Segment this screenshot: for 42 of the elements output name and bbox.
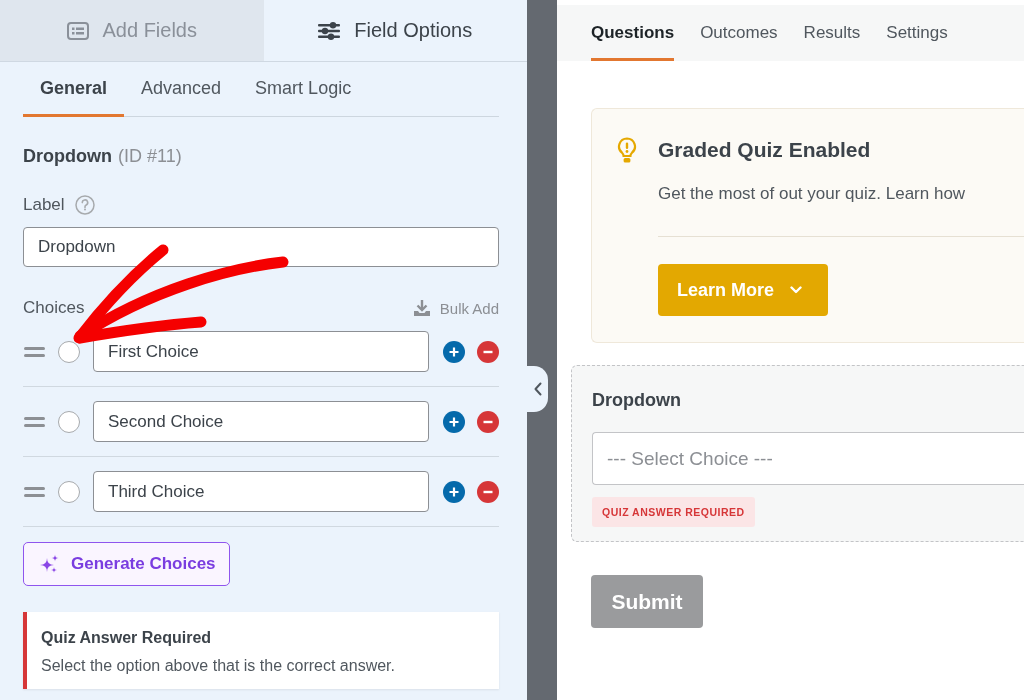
chevron-left-icon (533, 382, 542, 396)
field-title: Dropdown (23, 145, 112, 167)
minus-icon[interactable] (477, 340, 499, 363)
sliders-icon (318, 21, 341, 40)
lightbulb-icon (617, 137, 637, 164)
plus-icon[interactable] (443, 340, 465, 363)
form-icon (66, 21, 89, 40)
collapse-handle[interactable] (527, 366, 548, 412)
choice-input[interactable]: Second Choice (93, 401, 429, 442)
notice-title: Graded Quiz Enabled (658, 137, 872, 163)
field-id: (ID #11) (118, 145, 182, 167)
choice-input[interactable]: Third Choice (93, 471, 429, 512)
minus-icon[interactable] (477, 480, 499, 503)
drag-handle-icon[interactable] (24, 416, 45, 427)
minus-icon[interactable] (477, 410, 499, 433)
plus-icon[interactable] (443, 410, 465, 433)
builder-tab[interactable]: Settings (886, 5, 948, 61)
plus-icon[interactable] (443, 480, 465, 503)
notice-text: Select the option above that is the correct answer. (41, 656, 396, 676)
choice-input[interactable]: First Choice (93, 331, 429, 372)
download-icon (412, 299, 431, 317)
radio-button[interactable] (58, 410, 80, 433)
select-field[interactable]: --- Select Choice --- (592, 432, 1024, 485)
option-tab[interactable]: Smart Logic (238, 62, 369, 117)
option-tab[interactable]: Advanced (124, 62, 239, 117)
notice-text: Get the most of out your quiz. Learn how (658, 183, 967, 205)
drag-handle-icon[interactable] (24, 486, 45, 497)
builder-tab[interactable]: Results (803, 5, 861, 61)
radio-button[interactable] (58, 480, 80, 503)
label-input[interactable]: Dropdown (23, 227, 499, 267)
chevron-down-icon (790, 286, 803, 294)
error-badge: QUIZ ANSWER REQUIRED (592, 497, 755, 527)
generate-choices-button[interactable]: Generate Choices (23, 542, 230, 586)
drag-handle-icon[interactable] (24, 346, 45, 357)
notice-title: Quiz Answer Required (41, 628, 213, 648)
radio-button[interactable] (58, 340, 80, 363)
builder-tab[interactable]: Outcomes (700, 5, 778, 61)
choices-label: Choices (23, 298, 85, 318)
field-label: Dropdown (592, 389, 682, 411)
option-tab[interactable]: General (23, 62, 125, 117)
field-label: Label (23, 195, 65, 215)
builder-tab[interactable]: Questions (591, 5, 675, 61)
